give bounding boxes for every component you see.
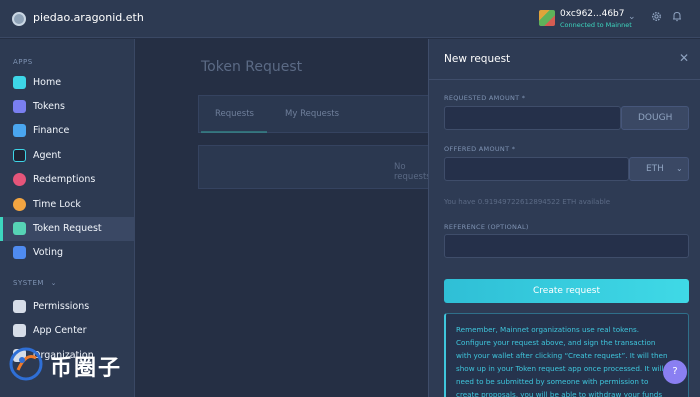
divider — [429, 79, 700, 80]
sidebar-item-voting[interactable]: Voting — [0, 241, 135, 265]
org-logo-icon[interactable] — [12, 12, 26, 26]
home-icon — [13, 76, 26, 89]
tabs: Requests My Requests — [198, 95, 438, 133]
tab-requests[interactable]: Requests — [215, 109, 254, 119]
requested-token-select[interactable]: DOUGH — [621, 106, 689, 130]
sidebar-item-label: Voting — [33, 247, 63, 258]
token-request-icon — [13, 222, 26, 235]
gear-icon[interactable] — [650, 10, 663, 23]
info-line: create proposals, you will be able to wi… — [456, 390, 663, 397]
sidebar-item-label: Home — [33, 77, 62, 88]
watermark-text: 币圈子 — [50, 356, 123, 381]
agent-icon — [13, 149, 26, 162]
info-line: show up in your Token request app once p… — [456, 364, 664, 373]
sidebar-item-finance[interactable]: Finance — [0, 119, 135, 143]
app-center-icon — [13, 324, 26, 337]
offered-amount-label: OFFERED AMOUNT * — [444, 145, 516, 153]
bell-icon[interactable] — [671, 10, 683, 23]
network-status: Connected to Mainnet — [560, 21, 632, 29]
info-line: need to be submitted by someone with per… — [456, 377, 649, 386]
redemptions-icon — [13, 173, 26, 186]
requested-amount-label: REQUESTED AMOUNT * — [444, 94, 526, 102]
empty-state: No requests — [198, 145, 438, 189]
apps-section-label: APPS — [13, 58, 33, 66]
info-box: Remember, Mainnet organizations use real… — [444, 313, 689, 397]
sidebar-item-home[interactable]: Home — [0, 71, 135, 95]
sidebar-item-label: Time Lock — [33, 199, 81, 210]
system-label-text: SYSTEM — [13, 279, 44, 287]
info-line: Remember, Mainnet organizations use real… — [456, 325, 640, 334]
chevron-down-icon: ⌄ — [50, 279, 58, 287]
create-request-button[interactable]: Create request — [444, 279, 689, 303]
time-lock-icon — [13, 198, 26, 211]
system-section-label[interactable]: SYSTEM ⌄ — [13, 279, 57, 287]
sidebar-item-tokens[interactable]: Tokens — [0, 95, 135, 119]
account-address[interactable]: 0xc962...46b7 — [560, 9, 625, 19]
permissions-icon — [13, 300, 26, 313]
offered-amount-input[interactable] — [444, 157, 629, 181]
close-icon[interactable]: ✕ — [677, 51, 691, 65]
sidebar-item-label: Redemptions — [33, 174, 96, 185]
sidebar-item-label: Finance — [33, 125, 70, 136]
sidebar-item-time-lock[interactable]: Time Lock — [0, 193, 135, 217]
panel-title: New request — [444, 53, 511, 65]
finance-icon — [13, 124, 26, 137]
chevron-down-icon[interactable]: ⌄ — [628, 12, 636, 22]
available-balance: You have 0.919497226128945​22 ETH availa… — [444, 198, 611, 206]
reference-label: REFERENCE (OPTIONAL) — [444, 223, 529, 231]
reference-input[interactable] — [444, 234, 689, 258]
new-request-panel: New request ✕ REQUESTED AMOUNT * DOUGH O… — [428, 39, 700, 397]
sidebar-item-redemptions[interactable]: Redemptions — [0, 168, 135, 192]
chevron-down-icon: ⌄ — [676, 164, 683, 173]
requested-amount-input[interactable] — [444, 106, 621, 130]
sidebar-item-label: Token Request — [33, 223, 102, 234]
info-text: Remember, Mainnet organizations use real… — [456, 323, 684, 397]
sidebar-item-permissions[interactable]: Permissions — [0, 295, 135, 319]
offered-token-value: ETH — [646, 164, 664, 174]
help-button[interactable]: ? — [663, 360, 687, 384]
sidebar-item-label: App Center — [33, 325, 87, 336]
tokens-icon — [13, 100, 26, 113]
tab-my-requests[interactable]: My Requests — [285, 109, 339, 119]
main-content: Token Request Requests My Requests No re… — [136, 39, 438, 397]
sidebar-item-label: Agent — [33, 150, 62, 161]
sidebar-item-token-request[interactable]: Token Request — [0, 217, 135, 241]
info-line: with your wallet after clicking “Create … — [456, 351, 668, 360]
offered-token-select[interactable]: ETH ⌄ — [629, 157, 689, 181]
sidebar-item-label: Tokens — [33, 101, 65, 112]
sidebar-item-label: Permissions — [33, 301, 90, 312]
voting-icon — [13, 246, 26, 259]
identicon-icon[interactable] — [539, 10, 555, 26]
org-name[interactable]: piedao.aragonid.eth — [33, 11, 144, 24]
active-tab-indicator — [201, 131, 267, 133]
page-title: Token Request — [201, 59, 303, 75]
info-line: Configure your request above, and sign t… — [456, 338, 656, 347]
top-bar: piedao.aragonid.eth 0xc962...46b7 Connec… — [0, 0, 700, 38]
sidebar: APPS Home Tokens Finance Agent Redemptio… — [0, 39, 135, 397]
sidebar-item-agent[interactable]: Agent — [0, 144, 135, 168]
sidebar-item-app-center[interactable]: App Center — [0, 319, 135, 343]
watermark-logo-icon — [9, 347, 43, 381]
requested-token-value: DOUGH — [638, 113, 673, 123]
